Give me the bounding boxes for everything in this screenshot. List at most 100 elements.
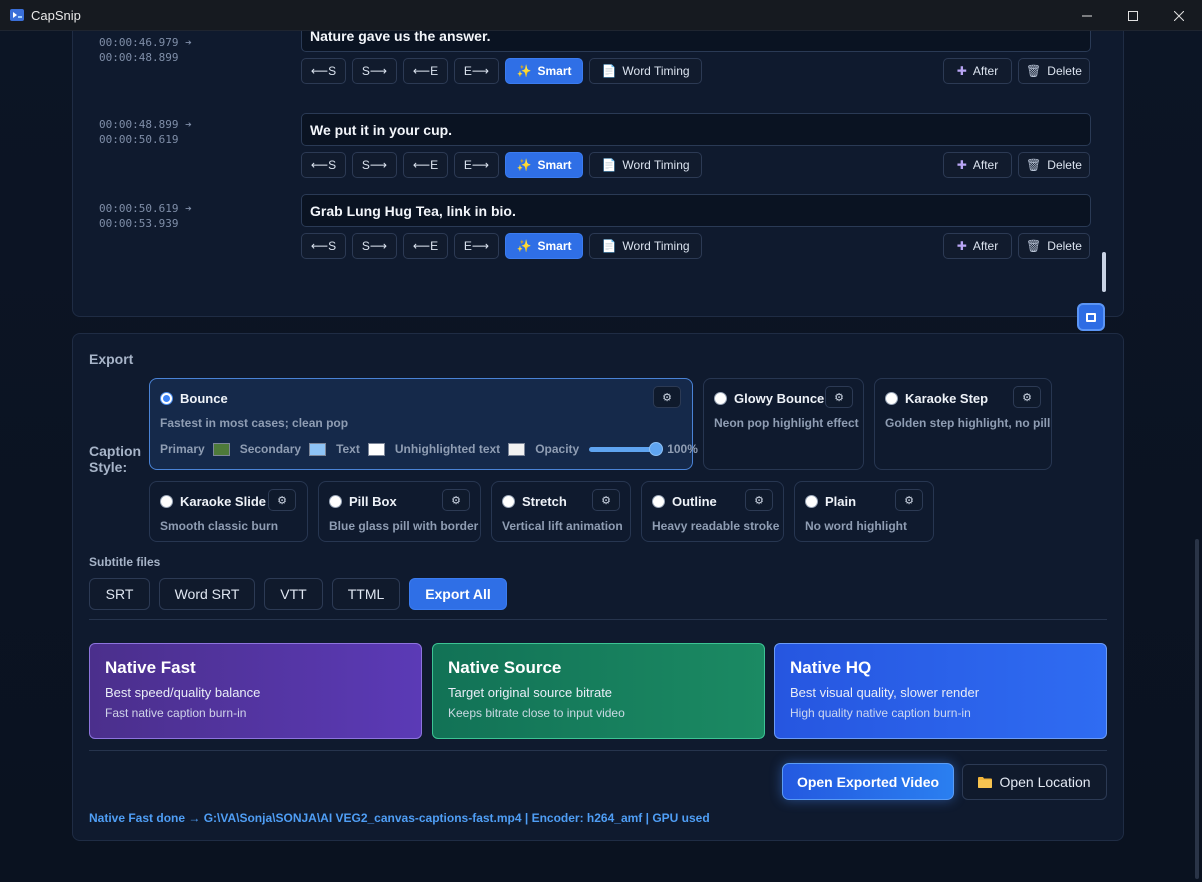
style-card-karaoke-step[interactable]: Karaoke Step ⚙ Golden step highlight, no… bbox=[874, 378, 1052, 470]
export-word-srt-button[interactable]: Word SRT bbox=[159, 578, 255, 610]
word-timing-button[interactable]: 📄 Word Timing bbox=[589, 58, 702, 84]
primary-color-label: Primary bbox=[160, 442, 205, 456]
gear-icon[interactable]: ⚙ bbox=[653, 386, 681, 408]
smart-button[interactable]: ✨ Smart bbox=[505, 152, 583, 178]
segment-timecode: 00:00:46.979 ➔ 00:00:48.899 bbox=[99, 36, 192, 64]
segment-text-input[interactable]: Nature gave us the answer. bbox=[301, 31, 1091, 52]
unhighlighted-color-label: Unhighlighted text bbox=[394, 442, 501, 456]
folder-icon bbox=[978, 777, 993, 788]
shift-start-left-button[interactable]: ⟵S bbox=[301, 152, 346, 178]
word-timing-button[interactable]: 📄 Word Timing bbox=[589, 152, 702, 178]
minimize-window-button[interactable] bbox=[1064, 0, 1110, 31]
close-window-button[interactable] bbox=[1156, 0, 1202, 31]
square-icon bbox=[1086, 312, 1096, 322]
text-color-swatch[interactable] bbox=[367, 442, 385, 456]
shift-start-left-button[interactable]: ⟵S bbox=[301, 233, 346, 259]
style-card-glowy-bounce[interactable]: Glowy Bounce ⚙ Neon pop highlight effect bbox=[703, 378, 864, 470]
style-name: Karaoke Step bbox=[905, 391, 989, 406]
segment-text-input[interactable]: We put it in your cup. bbox=[301, 113, 1091, 146]
radio-button[interactable] bbox=[714, 392, 727, 405]
export-vtt-button[interactable]: VTT bbox=[264, 578, 323, 610]
style-card-stretch[interactable]: Stretch ⚙ Vertical lift animation bbox=[491, 481, 631, 542]
add-after-button[interactable]: ✚ After bbox=[943, 233, 1012, 259]
add-after-button[interactable]: ✚ After bbox=[943, 58, 1012, 84]
open-exported-video-button[interactable]: Open Exported Video bbox=[782, 763, 954, 800]
shift-start-left-button[interactable]: ⟵S bbox=[301, 58, 346, 84]
main-scrollbar[interactable] bbox=[1195, 539, 1199, 879]
shift-end-right-button[interactable]: E⟶ bbox=[454, 152, 499, 178]
style-desc: Golden step highlight, no pill bbox=[885, 416, 1051, 430]
delete-segment-button[interactable]: 🗑 Delete bbox=[1018, 58, 1090, 84]
style-desc: Vertical lift animation bbox=[502, 519, 623, 533]
delete-segment-button[interactable]: 🗑 Delete bbox=[1018, 233, 1090, 259]
color-options: Primary Secondary Text Unhighlighted tex… bbox=[160, 442, 698, 456]
smart-button[interactable]: ✨ Smart bbox=[505, 233, 583, 259]
word-timing-button[interactable]: 📄 Word Timing bbox=[589, 233, 702, 259]
style-name: Pill Box bbox=[349, 494, 397, 509]
unhighlighted-color-swatch[interactable] bbox=[508, 442, 526, 456]
shift-end-left-button[interactable]: ⟵E bbox=[403, 152, 448, 178]
trash-icon: 🗑 bbox=[1026, 64, 1042, 78]
export-srt-button[interactable]: SRT bbox=[89, 578, 150, 610]
open-location-button[interactable]: Open Location bbox=[962, 764, 1107, 800]
collapse-panel-button[interactable] bbox=[1077, 303, 1105, 331]
document-icon: 📄 bbox=[601, 239, 617, 253]
shift-end-left-button[interactable]: ⟵E bbox=[403, 58, 448, 84]
gear-icon[interactable]: ⚙ bbox=[1013, 386, 1041, 408]
primary-color-swatch[interactable] bbox=[212, 442, 230, 456]
style-name: Bounce bbox=[180, 391, 228, 406]
caption-style-label: Caption Style: bbox=[89, 443, 142, 475]
segment-text-input[interactable]: Grab Lung Hug Tea, link in bio. bbox=[301, 194, 1091, 227]
export-title: Export bbox=[89, 351, 134, 367]
title-bar: CapSnip bbox=[0, 0, 1202, 31]
style-desc: Neon pop highlight effect bbox=[714, 416, 859, 430]
close-icon bbox=[1174, 10, 1184, 21]
style-desc: Blue glass pill with border bbox=[329, 519, 479, 533]
app-body: 00:00:46.979 ➔ 00:00:48.899 Nature gave … bbox=[0, 31, 1202, 882]
gear-icon[interactable]: ⚙ bbox=[825, 386, 853, 408]
radio-button[interactable] bbox=[329, 495, 342, 508]
delete-segment-button[interactable]: 🗑 Delete bbox=[1018, 152, 1090, 178]
smart-button[interactable]: ✨ Smart bbox=[505, 58, 583, 84]
radio-button[interactable] bbox=[805, 495, 818, 508]
add-after-button[interactable]: ✚ After bbox=[943, 152, 1012, 178]
secondary-color-swatch[interactable] bbox=[309, 442, 327, 456]
style-card-pill-box[interactable]: Pill Box ⚙ Blue glass pill with border bbox=[318, 481, 481, 542]
shift-end-right-button[interactable]: E⟶ bbox=[454, 233, 499, 259]
window-title: CapSnip bbox=[31, 7, 81, 23]
preset-native-source[interactable]: Native Source Target original source bit… bbox=[432, 643, 765, 739]
radio-button[interactable] bbox=[652, 495, 665, 508]
export-ttml-button[interactable]: TTML bbox=[332, 578, 400, 610]
maximize-window-button[interactable] bbox=[1110, 0, 1156, 31]
radio-button[interactable] bbox=[502, 495, 515, 508]
export-all-button[interactable]: Export All bbox=[409, 578, 507, 610]
radio-button[interactable] bbox=[885, 392, 898, 405]
segments-panel: 00:00:46.979 ➔ 00:00:48.899 Nature gave … bbox=[72, 31, 1124, 331]
style-card-plain[interactable]: Plain ⚙ No word highlight bbox=[794, 481, 934, 542]
style-card-karaoke-slide[interactable]: Karaoke Slide ⚙ Smooth classic burn bbox=[149, 481, 308, 542]
opacity-slider[interactable] bbox=[589, 442, 664, 456]
radio-button[interactable] bbox=[160, 392, 173, 405]
shift-start-right-button[interactable]: S⟶ bbox=[352, 152, 397, 178]
shift-start-right-button[interactable]: S⟶ bbox=[352, 58, 397, 84]
segment-timecode: 00:00:48.899 ➔ 00:00:50.619 bbox=[99, 118, 192, 146]
style-name: Stretch bbox=[522, 494, 567, 509]
segments-scrollbar[interactable] bbox=[1102, 252, 1106, 292]
radio-button[interactable] bbox=[160, 495, 173, 508]
gear-icon[interactable]: ⚙ bbox=[895, 489, 923, 511]
gear-icon[interactable]: ⚙ bbox=[592, 489, 620, 511]
gear-icon[interactable]: ⚙ bbox=[268, 489, 296, 511]
shift-start-right-button[interactable]: S⟶ bbox=[352, 233, 397, 259]
style-desc: Smooth classic burn bbox=[160, 519, 279, 533]
preset-name: Native Source bbox=[448, 658, 562, 677]
preset-native-fast[interactable]: Native Fast Best speed/quality balance F… bbox=[89, 643, 422, 739]
shift-end-right-button[interactable]: E⟶ bbox=[454, 58, 499, 84]
style-card-outline[interactable]: Outline ⚙ Heavy readable stroke bbox=[641, 481, 784, 542]
shift-end-left-button[interactable]: ⟵E bbox=[403, 233, 448, 259]
gear-icon[interactable]: ⚙ bbox=[745, 489, 773, 511]
text-color-label: Text bbox=[336, 442, 360, 456]
style-card-bounce[interactable]: Bounce ⚙ Fastest in most cases; clean po… bbox=[149, 378, 698, 470]
preset-native-hq[interactable]: Native HQ Best visual quality, slower re… bbox=[774, 643, 1107, 739]
app-logo-icon bbox=[10, 9, 24, 21]
gear-icon[interactable]: ⚙ bbox=[442, 489, 470, 511]
